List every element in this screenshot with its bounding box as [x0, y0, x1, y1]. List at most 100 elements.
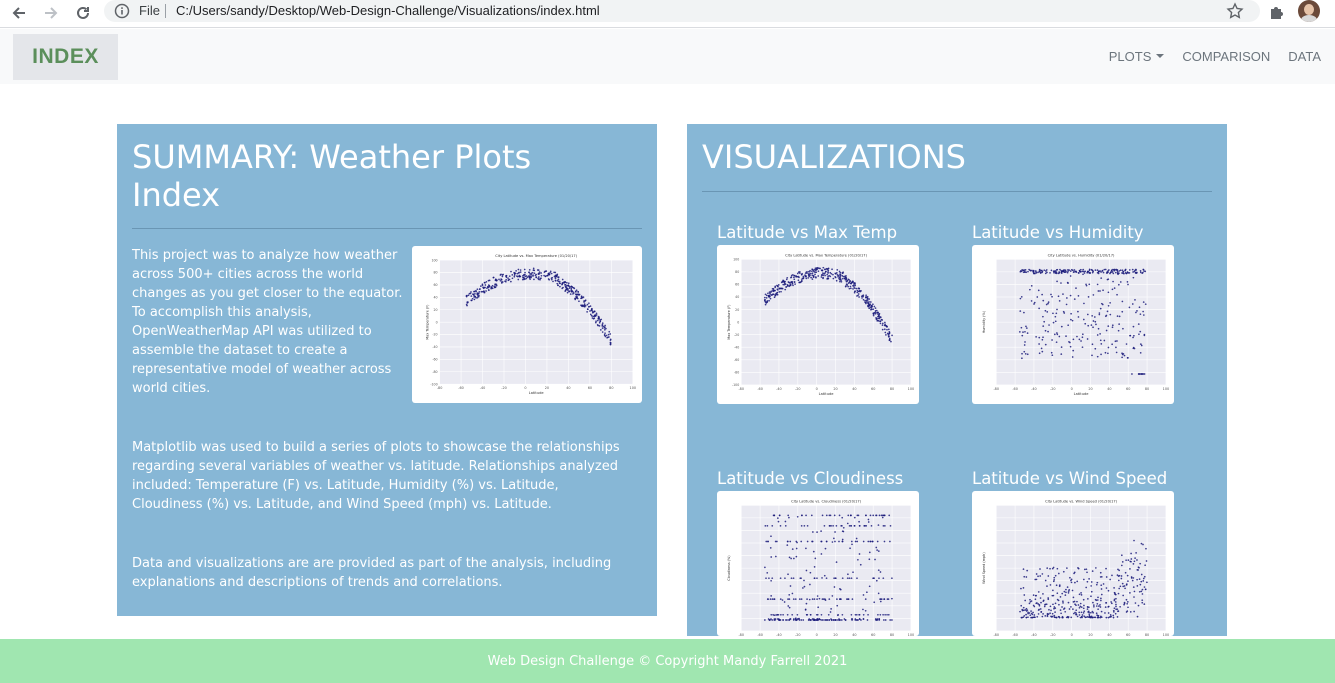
x-tick-label: -60: [1012, 387, 1018, 391]
bookmark-star-icon[interactable]: [1226, 2, 1244, 24]
x-tick-label: -20: [795, 633, 801, 636]
humidity-thumbnail-link[interactable]: City Latitude vs. Humidity (01/20/17) -80…: [972, 245, 1174, 404]
paragraph-line: OpenWeatherMap API was utilized to: [132, 324, 372, 339]
plot-title: City Latitude vs. Cloudiness (01/20/17): [791, 499, 862, 503]
nav-plots-dropdown[interactable]: PLOTS: [1109, 49, 1165, 64]
profile-avatar[interactable]: [1298, 0, 1320, 22]
plot-title: City Latitude vs. Wind Speed (01/20/17): [1045, 499, 1118, 503]
x-tick-label: 100: [1163, 633, 1169, 636]
x-tick-label: 0: [1071, 387, 1073, 391]
plot-title: City Latitude vs. Max Temperature (01/20…: [785, 253, 867, 257]
x-tick-label: -80: [738, 387, 744, 391]
brand-index-link[interactable]: INDEX: [13, 34, 118, 80]
x-tick-label: 0: [816, 387, 818, 391]
y-tick-label: 0: [737, 320, 739, 324]
x-tick-label: -40: [1031, 387, 1037, 391]
paragraph-line: regarding several variables of weather v…: [132, 459, 618, 474]
x-tick-label: 40: [1107, 633, 1111, 636]
y-tick-label: -80: [734, 371, 739, 375]
visualizations-panel: VISUALIZATIONS Latitude vs Max Temp City…: [687, 124, 1227, 636]
separator: [165, 4, 166, 18]
x-tick-label: 40: [852, 633, 856, 636]
x-tick-label: 0: [1071, 633, 1073, 636]
visualizations-divider: [702, 191, 1212, 192]
summary-title: SUMMARY: Weather Plots Index: [132, 138, 532, 214]
wind-speed-thumbnail-link[interactable]: City Latitude vs. Wind Speed (01/20/17) -…: [972, 491, 1174, 636]
paragraph-line: world cities.: [132, 381, 211, 396]
x-tick-label: -80: [437, 386, 443, 390]
x-tick-label: 60: [871, 387, 875, 391]
y-axis-label: Wind Speed (mph): [982, 552, 986, 584]
x-tick-label: 80: [609, 386, 613, 390]
x-tick-label: -60: [757, 633, 763, 636]
viz-label-humidity: Latitude vs Humidity: [972, 223, 1144, 242]
x-tick-label: 100: [1163, 387, 1169, 391]
x-tick-label: 40: [566, 386, 570, 390]
summary-paragraph-2: Matplotlib was used to build a series of…: [132, 438, 652, 514]
nav-comparison-link[interactable]: COMPARISON: [1182, 49, 1270, 64]
x-tick-label: 80: [1145, 387, 1149, 391]
paragraph-line: Matplotlib was used to build a series of…: [132, 440, 620, 455]
x-tick-label: 20: [1088, 387, 1092, 391]
summary-panel: SUMMARY: Weather Plots Index This projec…: [117, 124, 657, 616]
x-tick-label: 80: [890, 387, 894, 391]
x-tick-label: -80: [993, 633, 999, 636]
plot-title: City Latitude vs. Humidity (01/20/17): [1048, 253, 1115, 257]
x-axis-label: Latitude: [1074, 392, 1090, 396]
x-tick-label: 60: [871, 633, 875, 636]
paragraph-line: This project was to analyze how weather: [132, 248, 398, 263]
cloudiness-thumbnail-link[interactable]: City Latitude vs. Cloudiness (01/20/17) -…: [717, 491, 919, 636]
x-tick-label: 20: [1088, 633, 1092, 636]
y-axis-label: Max Temperature (F): [727, 304, 731, 340]
back-arrow-icon[interactable]: [8, 2, 30, 24]
y-tick-label: 100: [733, 258, 739, 262]
x-tick-label: -20: [795, 387, 801, 391]
y-tick-label: 40: [735, 295, 739, 299]
forward-arrow-icon[interactable]: [40, 2, 62, 24]
viz-label-wind-speed: Latitude vs Wind Speed: [972, 469, 1168, 488]
x-tick-label: 20: [545, 386, 549, 390]
paragraph-line: changes as you get closer to the equator…: [132, 286, 403, 301]
extensions-puzzle-icon[interactable]: [1268, 3, 1286, 25]
paragraph-line: Cloudiness (%) vs. Latitude, and Wind Sp…: [132, 497, 552, 512]
browser-toolbar: File C:/Users/sandy/Desktop/Web-Design-C…: [0, 0, 1335, 28]
x-tick-label: -20: [1050, 633, 1056, 636]
x-tick-label: 60: [588, 386, 592, 390]
address-bar[interactable]: File C:/Users/sandy/Desktop/Web-Design-C…: [104, 0, 1260, 22]
reload-icon[interactable]: [72, 2, 94, 24]
y-tick-label: -80: [432, 370, 437, 374]
x-tick-label: -80: [993, 387, 999, 391]
y-tick-label: -100: [732, 383, 739, 387]
x-tick-label: 20: [833, 387, 837, 391]
y-tick-label: -20: [432, 333, 437, 337]
caret-down-icon: [1156, 54, 1165, 58]
x-tick-label: 60: [1126, 387, 1130, 391]
y-tick-label: 80: [434, 271, 438, 275]
x-tick-label: -20: [501, 386, 507, 390]
paragraph-line: included: Temperature (F) vs. Latitude, …: [132, 478, 559, 493]
x-tick-label: -60: [458, 386, 464, 390]
info-icon[interactable]: [114, 3, 130, 19]
paragraph-line: Data and visualizations are are provided…: [132, 556, 612, 571]
y-tick-label: 80: [735, 270, 739, 274]
x-tick-label: 80: [890, 633, 894, 636]
summary-paragraph-3: Data and visualizations are are provided…: [132, 554, 652, 592]
x-tick-label: 100: [908, 387, 914, 391]
y-tick-label: 60: [735, 283, 739, 287]
y-tick-label: 60: [434, 283, 438, 287]
x-axis-label: Latitude: [529, 391, 545, 395]
y-tick-label: -40: [734, 345, 739, 349]
max-temp-thumbnail-link[interactable]: City Latitude vs. Max Temperature (01/20…: [717, 245, 919, 404]
max-temp-plot-image: City Latitude vs. Max Temperature (01/20…: [412, 246, 642, 403]
y-axis-label: Cloudiness (%): [727, 555, 731, 581]
url-text[interactable]: C:/Users/sandy/Desktop/Web-Design-Challe…: [176, 3, 600, 18]
y-tick-label: -60: [432, 358, 437, 362]
page-footer: Web Design Challenge © Copyright Mandy F…: [0, 639, 1335, 683]
y-tick-label: -60: [734, 358, 739, 362]
x-tick-label: -60: [1012, 633, 1018, 636]
plot-title: City Latitude vs. Max Temperature (01/20…: [495, 254, 577, 258]
nav-data-link[interactable]: DATA: [1288, 49, 1321, 64]
nav-links: PLOTS COMPARISON DATA: [1109, 49, 1321, 64]
viz-label-cloudiness: Latitude vs Cloudiness: [717, 469, 904, 488]
visualizations-title: VISUALIZATIONS: [702, 138, 966, 176]
